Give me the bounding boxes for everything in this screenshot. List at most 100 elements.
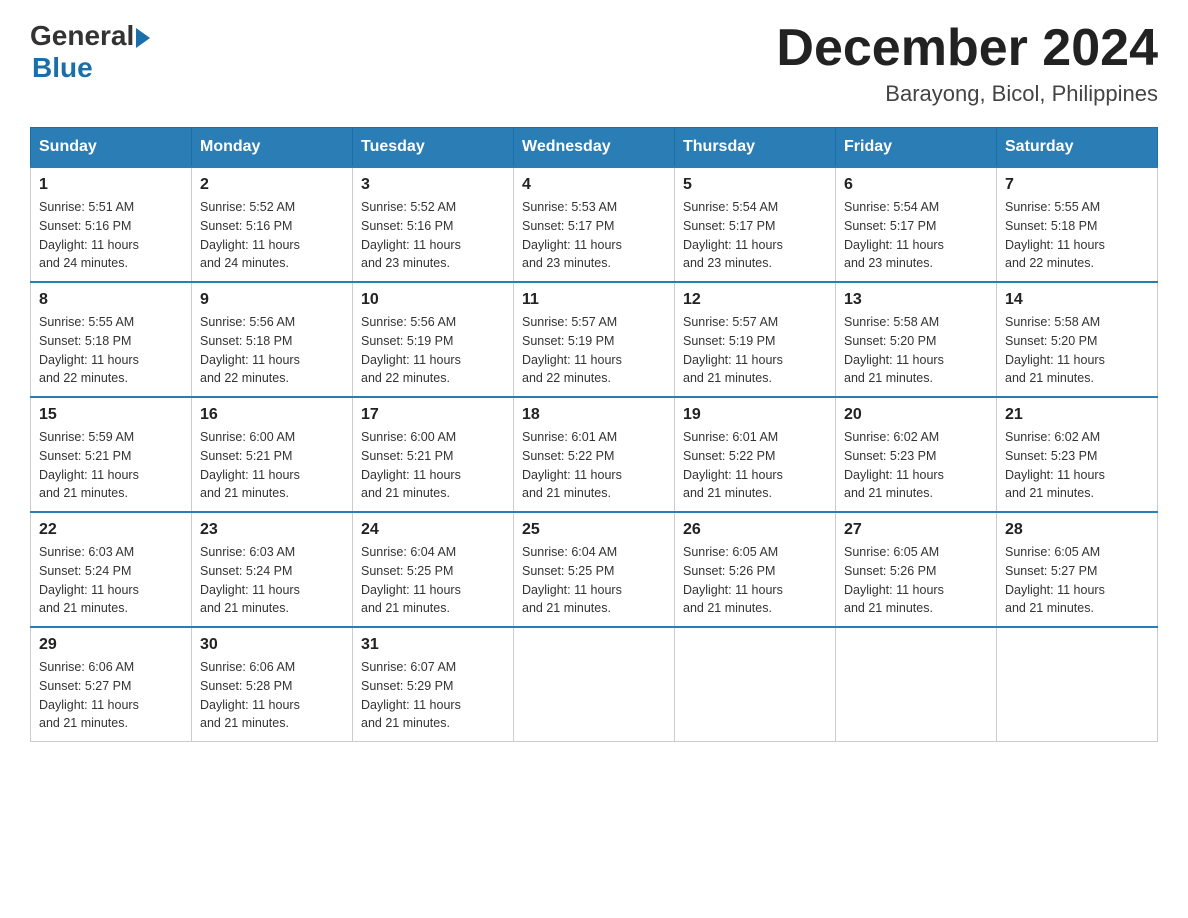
day-number: 30 bbox=[200, 636, 344, 654]
calendar-cell: 17 Sunrise: 6:00 AMSunset: 5:21 PMDayligh… bbox=[353, 397, 514, 512]
day-info: Sunrise: 5:52 AMSunset: 5:16 PMDaylight:… bbox=[361, 198, 505, 273]
day-number: 27 bbox=[844, 521, 988, 539]
calendar-week-3: 15 Sunrise: 5:59 AMSunset: 5:21 PMDayligh… bbox=[31, 397, 1158, 512]
header-thursday: Thursday bbox=[675, 128, 836, 168]
day-number: 10 bbox=[361, 291, 505, 309]
logo-blue-text: Blue bbox=[32, 52, 93, 84]
day-number: 4 bbox=[522, 176, 666, 194]
header-sunday: Sunday bbox=[31, 128, 192, 168]
day-number: 12 bbox=[683, 291, 827, 309]
day-number: 23 bbox=[200, 521, 344, 539]
day-number: 3 bbox=[361, 176, 505, 194]
calendar-week-2: 8Sunrise: 5:55 AMSunset: 5:18 PMDaylight… bbox=[31, 282, 1158, 397]
day-number: 2 bbox=[200, 176, 344, 194]
header-monday: Monday bbox=[192, 128, 353, 168]
day-info: Sunrise: 6:03 AMSunset: 5:24 PMDaylight:… bbox=[200, 543, 344, 618]
calendar-cell: 9 Sunrise: 5:56 AMSunset: 5:18 PMDaylight… bbox=[192, 282, 353, 397]
day-number: 21 bbox=[1005, 406, 1149, 424]
calendar-cell: 25 Sunrise: 6:04 AMSunset: 5:25 PMDayligh… bbox=[514, 512, 675, 627]
calendar-cell: 22Sunrise: 6:03 AMSunset: 5:24 PMDayligh… bbox=[31, 512, 192, 627]
day-info: Sunrise: 5:54 AMSunset: 5:17 PMDaylight:… bbox=[683, 198, 827, 273]
day-number: 7 bbox=[1005, 176, 1149, 194]
calendar-cell: 30Sunrise: 6:06 AMSunset: 5:28 PMDayligh… bbox=[192, 627, 353, 742]
day-info: Sunrise: 5:59 AMSunset: 5:21 PMDaylight:… bbox=[39, 428, 183, 503]
day-number: 31 bbox=[361, 636, 505, 654]
day-number: 17 bbox=[361, 406, 505, 424]
day-info: Sunrise: 6:00 AMSunset: 5:21 PMDaylight:… bbox=[200, 428, 344, 503]
day-info: Sunrise: 6:01 AMSunset: 5:22 PMDaylight:… bbox=[683, 428, 827, 503]
day-info: Sunrise: 6:02 AMSunset: 5:23 PMDaylight:… bbox=[844, 428, 988, 503]
calendar-week-1: 1 Sunrise: 5:51 AMSunset: 5:16 PMDaylight… bbox=[31, 167, 1158, 282]
day-info: Sunrise: 6:03 AMSunset: 5:24 PMDaylight:… bbox=[39, 543, 183, 618]
calendar-cell: 23 Sunrise: 6:03 AMSunset: 5:24 PMDayligh… bbox=[192, 512, 353, 627]
calendar-cell: 14 Sunrise: 5:58 AMSunset: 5:20 PMDayligh… bbox=[997, 282, 1158, 397]
day-info: Sunrise: 5:56 AMSunset: 5:18 PMDaylight:… bbox=[200, 313, 344, 388]
calendar-cell: 3 Sunrise: 5:52 AMSunset: 5:16 PMDaylight… bbox=[353, 167, 514, 282]
day-number: 18 bbox=[522, 406, 666, 424]
calendar-cell: 15 Sunrise: 5:59 AMSunset: 5:21 PMDayligh… bbox=[31, 397, 192, 512]
day-number: 5 bbox=[683, 176, 827, 194]
day-number: 20 bbox=[844, 406, 988, 424]
calendar-cell: 28Sunrise: 6:05 AMSunset: 5:27 PMDayligh… bbox=[997, 512, 1158, 627]
day-info: Sunrise: 6:04 AMSunset: 5:25 PMDaylight:… bbox=[361, 543, 505, 618]
calendar-cell: 27 Sunrise: 6:05 AMSunset: 5:26 PMDayligh… bbox=[836, 512, 997, 627]
day-info: Sunrise: 6:02 AMSunset: 5:23 PMDaylight:… bbox=[1005, 428, 1149, 503]
calendar-cell: 5 Sunrise: 5:54 AMSunset: 5:17 PMDaylight… bbox=[675, 167, 836, 282]
day-info: Sunrise: 6:07 AMSunset: 5:29 PMDaylight:… bbox=[361, 658, 505, 733]
day-info: Sunrise: 6:05 AMSunset: 5:26 PMDaylight:… bbox=[683, 543, 827, 618]
day-info: Sunrise: 5:53 AMSunset: 5:17 PMDaylight:… bbox=[522, 198, 666, 273]
calendar-cell: 26Sunrise: 6:05 AMSunset: 5:26 PMDayligh… bbox=[675, 512, 836, 627]
calendar-cell: 4 Sunrise: 5:53 AMSunset: 5:17 PMDaylight… bbox=[514, 167, 675, 282]
calendar-header: SundayMondayTuesdayWednesdayThursdayFrid… bbox=[31, 128, 1158, 168]
calendar-cell: 11Sunrise: 5:57 AMSunset: 5:19 PMDayligh… bbox=[514, 282, 675, 397]
day-number: 6 bbox=[844, 176, 988, 194]
day-number: 9 bbox=[200, 291, 344, 309]
calendar-cell: 1 Sunrise: 5:51 AMSunset: 5:16 PMDaylight… bbox=[31, 167, 192, 282]
calendar-cell: 16 Sunrise: 6:00 AMSunset: 5:21 PMDayligh… bbox=[192, 397, 353, 512]
logo-arrow-icon bbox=[136, 28, 150, 48]
day-number: 1 bbox=[39, 176, 183, 194]
calendar-cell: 31 Sunrise: 6:07 AMSunset: 5:29 PMDayligh… bbox=[353, 627, 514, 742]
day-number: 13 bbox=[844, 291, 988, 309]
day-info: Sunrise: 5:58 AMSunset: 5:20 PMDaylight:… bbox=[1005, 313, 1149, 388]
day-number: 15 bbox=[39, 406, 183, 424]
calendar-cell: 7Sunrise: 5:55 AMSunset: 5:18 PMDaylight… bbox=[997, 167, 1158, 282]
day-info: Sunrise: 6:05 AMSunset: 5:26 PMDaylight:… bbox=[844, 543, 988, 618]
day-number: 16 bbox=[200, 406, 344, 424]
day-number: 11 bbox=[522, 291, 666, 309]
calendar-cell bbox=[514, 627, 675, 742]
calendar-cell: 29Sunrise: 6:06 AMSunset: 5:27 PMDayligh… bbox=[31, 627, 192, 742]
calendar-cell: 18Sunrise: 6:01 AMSunset: 5:22 PMDayligh… bbox=[514, 397, 675, 512]
header-row: SundayMondayTuesdayWednesdayThursdayFrid… bbox=[31, 128, 1158, 168]
day-info: Sunrise: 5:56 AMSunset: 5:19 PMDaylight:… bbox=[361, 313, 505, 388]
day-number: 8 bbox=[39, 291, 183, 309]
header-saturday: Saturday bbox=[997, 128, 1158, 168]
calendar-cell bbox=[675, 627, 836, 742]
day-number: 29 bbox=[39, 636, 183, 654]
day-number: 25 bbox=[522, 521, 666, 539]
calendar-cell: 8Sunrise: 5:55 AMSunset: 5:18 PMDaylight… bbox=[31, 282, 192, 397]
calendar-table: SundayMondayTuesdayWednesdayThursdayFrid… bbox=[30, 127, 1158, 742]
month-title: December 2024 bbox=[776, 20, 1158, 77]
day-number: 19 bbox=[683, 406, 827, 424]
header-tuesday: Tuesday bbox=[353, 128, 514, 168]
calendar-cell: 19 Sunrise: 6:01 AMSunset: 5:22 PMDayligh… bbox=[675, 397, 836, 512]
logo-general-text: General bbox=[30, 20, 134, 52]
day-number: 14 bbox=[1005, 291, 1149, 309]
page-header: General Blue December 2024 Barayong, Bic… bbox=[30, 20, 1158, 107]
day-info: Sunrise: 6:04 AMSunset: 5:25 PMDaylight:… bbox=[522, 543, 666, 618]
day-info: Sunrise: 5:52 AMSunset: 5:16 PMDaylight:… bbox=[200, 198, 344, 273]
calendar-cell bbox=[836, 627, 997, 742]
calendar-cell: 10 Sunrise: 5:56 AMSunset: 5:19 PMDayligh… bbox=[353, 282, 514, 397]
header-wednesday: Wednesday bbox=[514, 128, 675, 168]
day-number: 28 bbox=[1005, 521, 1149, 539]
calendar-week-4: 22Sunrise: 6:03 AMSunset: 5:24 PMDayligh… bbox=[31, 512, 1158, 627]
day-info: Sunrise: 6:00 AMSunset: 5:21 PMDaylight:… bbox=[361, 428, 505, 503]
day-info: Sunrise: 5:54 AMSunset: 5:17 PMDaylight:… bbox=[844, 198, 988, 273]
calendar-cell: 20 Sunrise: 6:02 AMSunset: 5:23 PMDayligh… bbox=[836, 397, 997, 512]
day-number: 24 bbox=[361, 521, 505, 539]
header-friday: Friday bbox=[836, 128, 997, 168]
day-info: Sunrise: 5:57 AMSunset: 5:19 PMDaylight:… bbox=[683, 313, 827, 388]
day-info: Sunrise: 5:51 AMSunset: 5:16 PMDaylight:… bbox=[39, 198, 183, 273]
calendar-cell: 13Sunrise: 5:58 AMSunset: 5:20 PMDayligh… bbox=[836, 282, 997, 397]
